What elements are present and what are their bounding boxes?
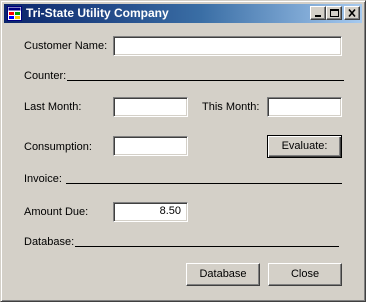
application-window: Tri-State Utility Company Customer Name:… xyxy=(0,0,366,302)
minimize-icon xyxy=(315,15,321,17)
amount-due-label: Amount Due: xyxy=(24,206,89,218)
counter-label: Counter: xyxy=(24,70,67,82)
database-label: Database: xyxy=(24,236,75,248)
this-month-input[interactable] xyxy=(267,97,342,117)
window-title: Tri-State Utility Company xyxy=(26,6,169,20)
database-button[interactable]: Database xyxy=(186,263,260,286)
amount-due-input[interactable]: 8.50 xyxy=(113,202,188,222)
last-month-label: Last Month: xyxy=(24,101,82,113)
this-month-label: This Month: xyxy=(202,101,260,113)
customer-name-label: Customer Name: xyxy=(24,40,108,52)
close-window-button[interactable] xyxy=(344,6,360,20)
evaluate-button[interactable]: Evaluate: xyxy=(267,135,342,158)
minimize-button[interactable] xyxy=(310,6,326,20)
maximize-button[interactable] xyxy=(326,6,342,20)
consumption-label: Consumption: xyxy=(24,141,92,153)
counter-divider xyxy=(67,80,344,81)
close-icon xyxy=(348,8,356,18)
consumption-input[interactable] xyxy=(113,136,188,156)
title-bar[interactable]: Tri-State Utility Company xyxy=(4,4,362,23)
maximize-icon xyxy=(330,9,339,17)
customer-name-input[interactable] xyxy=(113,36,342,56)
invoice-divider xyxy=(66,183,342,184)
close-button[interactable]: Close xyxy=(268,263,342,286)
app-icon[interactable] xyxy=(7,6,22,21)
invoice-label: Invoice: xyxy=(24,173,62,185)
database-divider xyxy=(75,246,339,247)
last-month-input[interactable] xyxy=(113,97,188,117)
